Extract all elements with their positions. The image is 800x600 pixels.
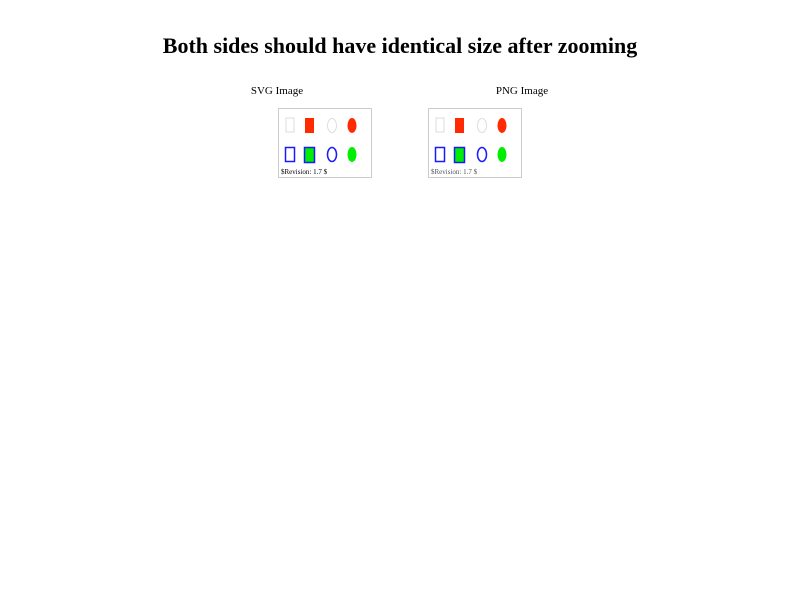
png-image: $Revision: 1.7 $ xyxy=(428,108,522,178)
green-rect-blue-stroke-icon xyxy=(303,146,316,164)
outline-gray-rect-icon xyxy=(285,117,295,133)
svg-revision-text: $Revision: 1.7 $ xyxy=(281,168,328,176)
outline-blue-ellipse-icon xyxy=(326,146,338,163)
filled-red-rect-icon xyxy=(305,118,314,133)
png-image-label: PNG Image xyxy=(495,85,549,97)
svg-image-label: SVG Image xyxy=(250,85,304,97)
filled-red-ellipse-icon xyxy=(497,118,507,133)
filled-red-rect-icon xyxy=(455,118,464,133)
filled-green-ellipse-icon xyxy=(347,147,357,162)
svg-image-canvas: $Revision: 1.7 $ xyxy=(281,117,357,176)
filled-green-ellipse-icon xyxy=(497,147,507,162)
outline-gray-ellipse-icon xyxy=(327,118,337,133)
filled-red-ellipse-icon xyxy=(347,118,357,133)
outline-blue-ellipse-icon xyxy=(476,146,488,163)
page-title: Both sides should have identical size af… xyxy=(162,33,638,58)
outline-blue-rect-icon xyxy=(284,146,296,163)
png-revision-text: $Revision: 1.7 $ xyxy=(431,168,478,176)
outline-gray-rect-icon xyxy=(435,117,445,133)
png-image-canvas: $Revision: 1.7 $ xyxy=(431,117,507,176)
svg-image: $Revision: 1.7 $ xyxy=(278,108,372,178)
green-rect-blue-stroke-icon xyxy=(453,146,466,164)
outline-gray-ellipse-icon xyxy=(477,118,487,133)
outline-blue-rect-icon xyxy=(434,146,446,163)
